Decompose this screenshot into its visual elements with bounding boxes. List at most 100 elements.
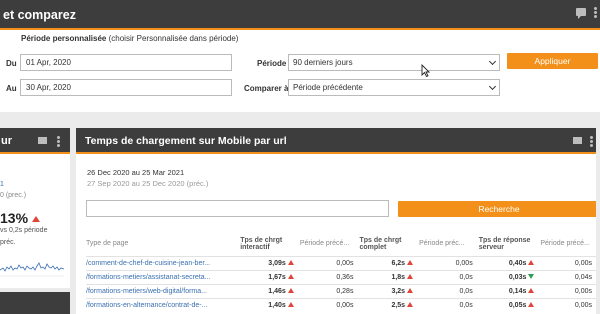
kpi-prev-value: 0 (prec.) <box>0 192 27 199</box>
prev-interactive-cell-value: 0,28s <box>336 287 354 295</box>
col-header-prev-3[interactable]: Période précé... <box>540 232 596 256</box>
secondary-card-header <box>0 292 70 314</box>
search-input[interactable] <box>86 200 389 217</box>
server-cell-value: 0,40s <box>508 259 527 267</box>
trend-up-icon <box>528 260 535 266</box>
trend-up-icon <box>407 302 414 308</box>
custom-period-caption: Période personnalisée (choisir Personnal… <box>21 34 238 43</box>
trend-up-icon <box>287 288 294 294</box>
trend-up-icon <box>287 274 294 280</box>
prev-server-cell-value: 0,04s <box>574 273 592 281</box>
comment-icon[interactable] <box>576 8 586 19</box>
prev-complete-cell: 0,00s <box>419 255 479 270</box>
complete-cell-value: 2,5s <box>391 301 406 309</box>
compare-select[interactable]: Période précédente <box>288 79 500 96</box>
trend-up-icon <box>528 288 535 294</box>
period-label: Période <box>257 59 287 68</box>
prev-server-cell-value: 0,00s <box>574 259 592 267</box>
url-cell-value: /formations-metiers/assistanat-secreta..… <box>86 273 211 281</box>
trend-up-icon <box>407 288 414 294</box>
table-row[interactable]: /formations-en-alternance/contrat-de-...… <box>86 297 596 312</box>
kpi-value: 1 <box>0 181 4 188</box>
trend-up-icon <box>31 216 40 223</box>
mouse-cursor-icon <box>421 64 430 77</box>
from-date-input[interactable]: 01 Apr, 2020 <box>20 54 232 71</box>
prev-interactive-cell: 0,00s <box>299 297 360 312</box>
comment-icon[interactable] <box>38 137 47 144</box>
more-menu-icon[interactable] <box>594 7 597 19</box>
interactive-cell-value: 1,67s <box>268 273 286 281</box>
server-cell-value: 0,05s <box>508 301 527 309</box>
complete-cell: 6,2s <box>359 255 420 270</box>
comment-icon[interactable] <box>573 137 582 144</box>
complete-cell: 2,5s <box>359 297 420 312</box>
server-cell: 0,40s <box>478 255 541 270</box>
col-header-prev-2[interactable]: Période préc... <box>419 232 479 256</box>
trend-up-icon <box>528 302 535 308</box>
complete-cell-value: 6,2s <box>391 259 406 267</box>
col-header-interactive[interactable]: Tps de chrgt interactif <box>240 232 300 256</box>
kpi-percent-value: 13% <box>0 210 29 226</box>
url-cell[interactable]: /formations-metiers/assistanat-secreta..… <box>86 269 241 284</box>
chevron-down-icon <box>488 82 497 91</box>
url-cell-value: /comment-de-chef-de-cuisine-jean-ber... <box>86 259 211 267</box>
prev-complete-cell-value: 0,0s <box>459 273 473 281</box>
apply-button[interactable]: Appliquer <box>507 53 598 69</box>
period-panel: et comparez Période personnalisée (chois… <box>0 0 600 112</box>
custom-period-hint: (choisir Personnalisée dans période) <box>108 34 239 43</box>
prev-interactive-cell: 0,28s <box>299 283 360 298</box>
interactive-cell: 3,09s <box>240 255 300 270</box>
url-table: Type de page Tps de chrgt interactif Pér… <box>86 232 596 312</box>
date-range: 26 Dec 2020 au 25 Mar 2021 <box>87 168 185 177</box>
sparkline-chart <box>0 262 64 277</box>
compare-select-value: Période précédente <box>293 83 363 92</box>
kpi-card-header: ur <box>0 128 70 154</box>
kpi-percent: 13% <box>0 210 40 226</box>
trend-up-icon <box>287 302 294 308</box>
from-label: Du <box>6 59 17 68</box>
url-cell[interactable]: /comment-de-chef-de-cuisine-jean-ber... <box>86 255 241 270</box>
complete-cell-value: 3,2s <box>391 287 406 295</box>
period-select-value: 90 derniers jours <box>293 58 353 67</box>
card-header: Temps de chargement sur Mobile par url <box>76 128 596 154</box>
server-cell: 0,05s <box>478 297 541 312</box>
trend-down-icon <box>528 274 535 280</box>
interactive-cell-value: 1,40s <box>268 301 286 309</box>
col-header-complete[interactable]: Tps de chrgt complet <box>359 232 419 256</box>
complete-cell-value: 1,8s <box>391 273 406 281</box>
table-row[interactable]: /comment-de-chef-de-cuisine-jean-ber... 3… <box>86 255 596 270</box>
prev-complete-cell: 0,0s <box>419 297 479 312</box>
prev-interactive-cell: 0,36s <box>299 269 360 284</box>
col-header-page-type[interactable]: Type de page <box>86 232 240 256</box>
prev-interactive-cell-value: 0,00s <box>336 301 354 309</box>
prev-server-cell-value: 0,00s <box>574 287 592 295</box>
card-title: Temps de chargement sur Mobile par url <box>85 135 287 147</box>
trend-up-icon <box>287 260 294 266</box>
col-header-prev-1[interactable]: Période précé... <box>300 232 360 256</box>
table-row[interactable]: /formations-metiers/assistanat-secreta..… <box>86 269 596 284</box>
search-button[interactable]: Recherche <box>398 201 596 217</box>
prev-complete-cell-value: 0,0s <box>459 301 473 309</box>
prev-interactive-cell-value: 0,00s <box>336 259 354 267</box>
custom-period-label: Période personnalisée <box>21 34 107 43</box>
url-cell[interactable]: /formations-metiers/web-digital/forma... <box>86 283 241 298</box>
interactive-cell: 1,67s <box>240 269 300 284</box>
compare-date-range: 27 Sep 2020 au 25 Dec 2020 (préc.) <box>87 179 209 188</box>
interactive-cell-value: 1,46s <box>268 287 286 295</box>
prev-complete-cell: 0,0s <box>419 269 479 284</box>
interactive-cell-value: 3,09s <box>268 259 286 267</box>
kpi-card-title: ur <box>1 135 12 147</box>
to-label: Au <box>6 84 17 93</box>
period-select[interactable]: 90 derniers jours <box>288 54 500 71</box>
more-menu-icon[interactable] <box>57 136 60 148</box>
complete-cell: 3,2s <box>359 283 420 298</box>
col-header-server[interactable]: Tps de réponse serveur <box>479 232 541 256</box>
url-cell[interactable]: /formations-en-alternance/contrat-de-... <box>86 297 241 312</box>
to-date-input[interactable]: 30 Apr, 2020 <box>20 79 232 96</box>
prev-server-cell: 0,00s <box>540 283 596 298</box>
more-menu-icon[interactable] <box>590 136 593 148</box>
kpi-prec-line: préc. <box>0 239 16 246</box>
table-row[interactable]: /formations-metiers/web-digital/forma...… <box>86 283 596 298</box>
url-cell-value: /formations-en-alternance/contrat-de-... <box>86 301 208 309</box>
interactive-cell: 1,46s <box>240 283 300 298</box>
